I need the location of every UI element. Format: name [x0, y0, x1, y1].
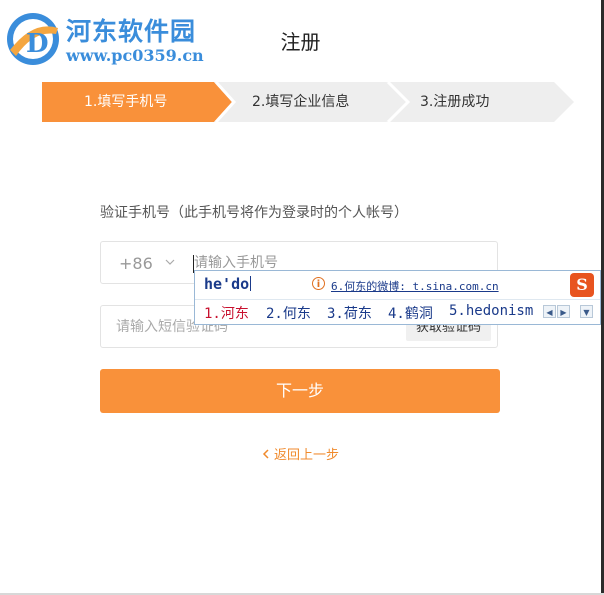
ime-composition-row: he'do i 6.何东的微博: t.sina.com.cn S — [195, 271, 600, 300]
ime-candidates-row: 1.河东 2.何东 3.荷东 4.鹤洞 5.hedonism ◀ ▶ ▼ — [195, 300, 600, 325]
info-icon: i — [312, 277, 325, 290]
ime-expand-icon[interactable]: ▼ — [580, 305, 593, 318]
form-subtitle: 验证手机号（此手机号将作为登录时的个人帐号） — [100, 205, 408, 221]
ime-next-page-icon[interactable]: ▶ — [557, 305, 570, 318]
chevron-left-icon — [262, 449, 269, 459]
sogou-logo-icon[interactable]: S — [570, 273, 594, 297]
ime-candidate-window: he'do i 6.何东的微博: t.sina.com.cn S 1.河东 2.… — [194, 270, 601, 325]
ime-caret — [250, 276, 252, 291]
page-title: 注册 — [280, 30, 321, 54]
step-label: 3.注册成功 — [420, 94, 490, 110]
country-code-select[interactable]: +86 — [119, 242, 153, 285]
ime-suggestion-link[interactable]: 6.何东的微博: t.sina.com.cn — [331, 278, 499, 294]
next-step-button[interactable]: 下一步 — [100, 369, 500, 413]
back-link-label[interactable]: 返回上一步 — [274, 448, 339, 463]
step-success: 3.注册成功 — [386, 82, 574, 122]
registration-steps: 1.填写手机号 2.填写企业信息 3.注册成功 — [42, 82, 574, 122]
ime-candidate[interactable]: 2.何东 — [266, 303, 311, 323]
ime-candidate[interactable]: 1.河东 — [204, 303, 249, 323]
back-link[interactable]: 返回上一步 — [262, 444, 339, 463]
ime-composition: he'do — [204, 275, 252, 293]
ime-candidate[interactable]: 5.hedonism — [449, 303, 533, 319]
step-company-info: 2.填写企业信息 — [214, 82, 406, 122]
chevron-down-icon[interactable] — [165, 257, 175, 267]
step-label: 1.填写手机号 — [84, 94, 168, 110]
ime-candidate[interactable]: 3.荷东 — [327, 303, 372, 323]
ime-prev-page-icon[interactable]: ◀ — [543, 305, 556, 318]
step-fill-phone: 1.填写手机号 — [42, 82, 232, 122]
ime-candidate[interactable]: 4.鹤洞 — [388, 303, 433, 323]
step-label: 2.填写企业信息 — [252, 94, 350, 110]
ime-typed-text: he'do — [204, 275, 250, 293]
